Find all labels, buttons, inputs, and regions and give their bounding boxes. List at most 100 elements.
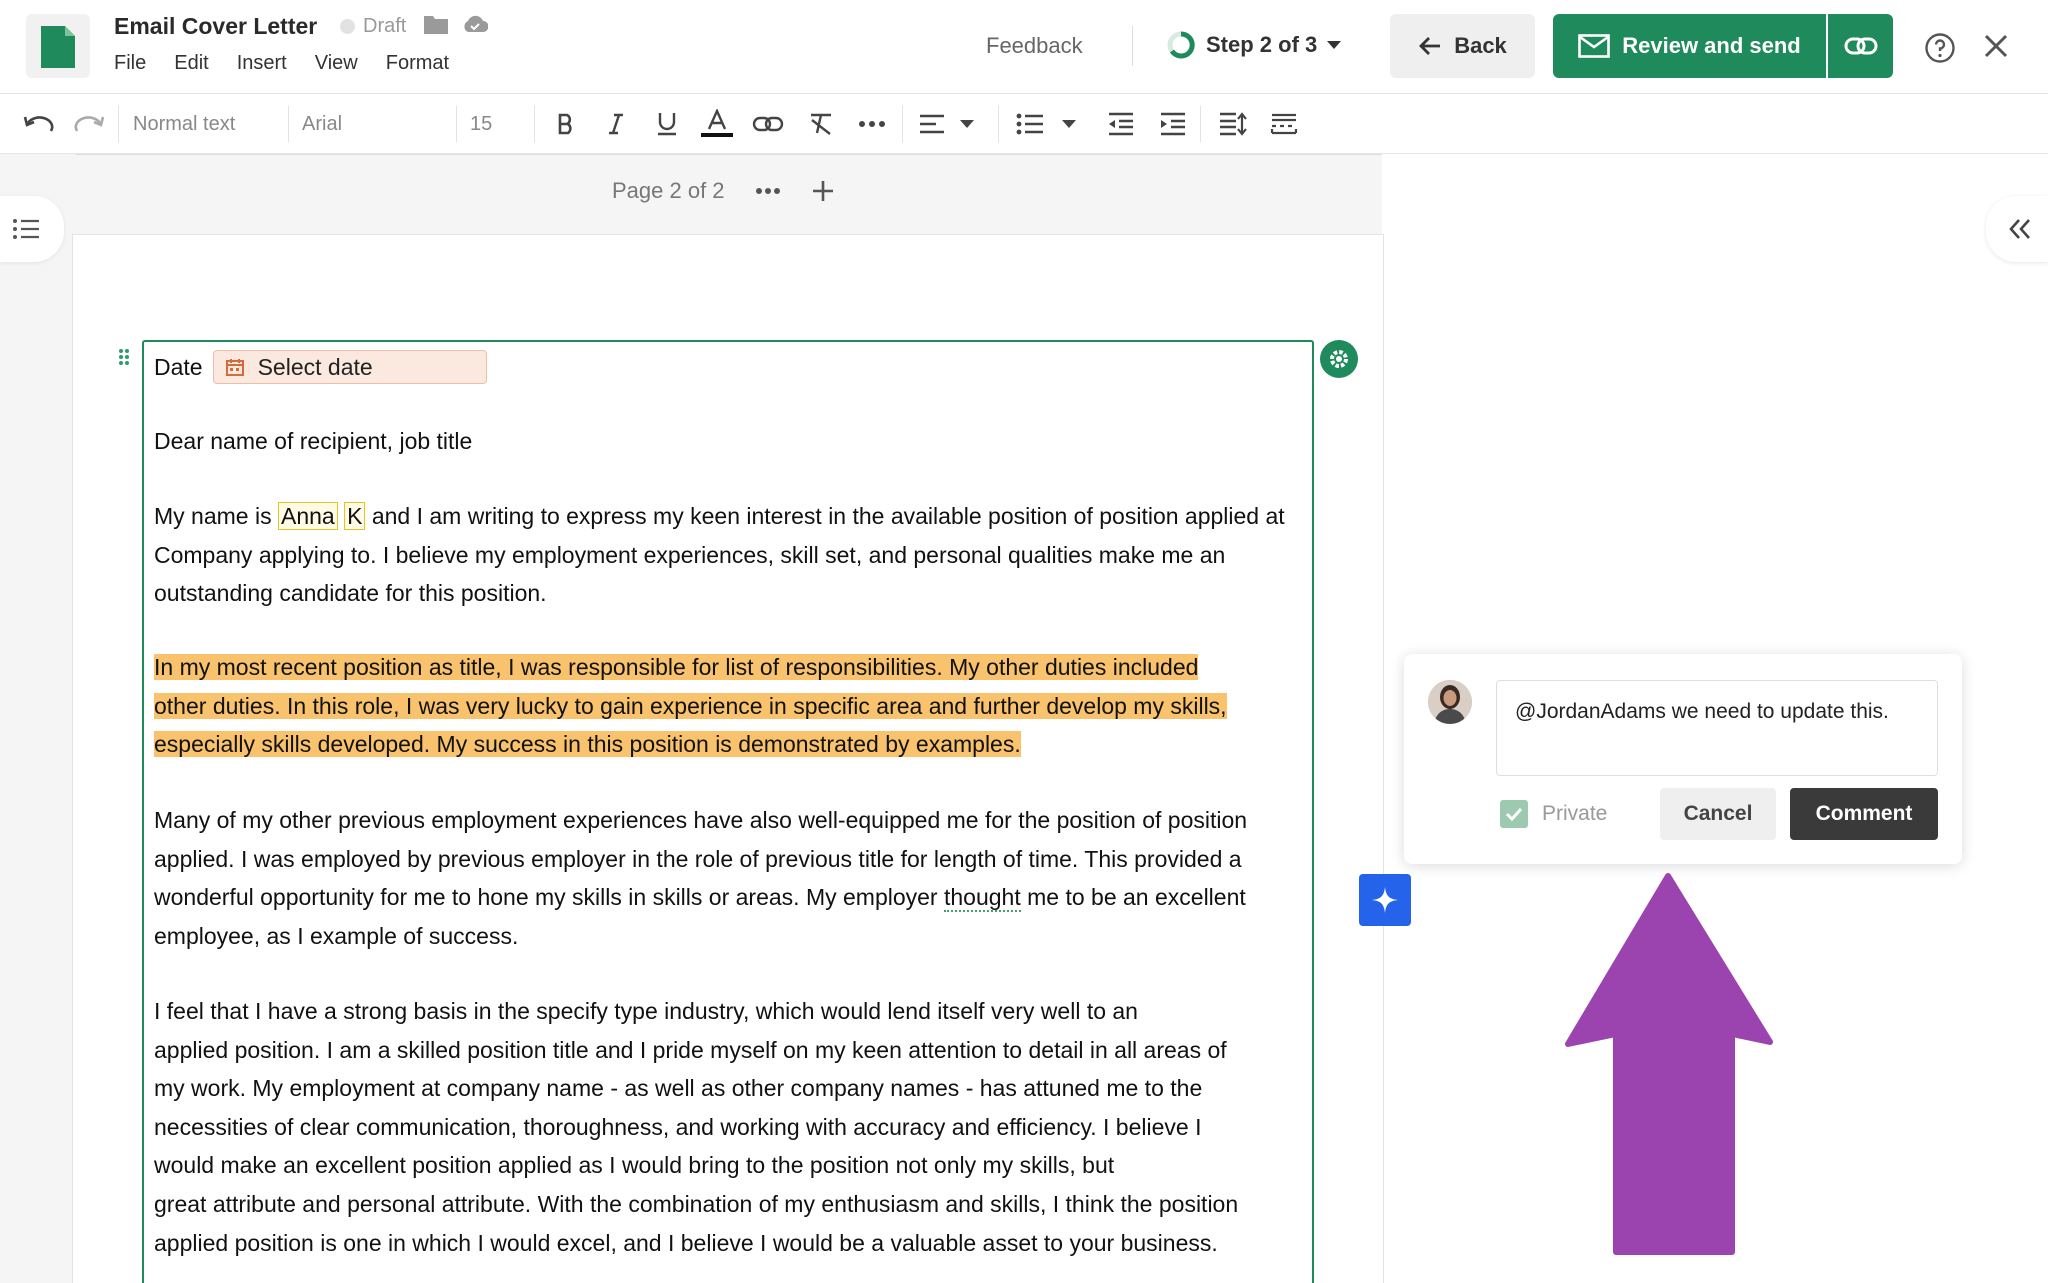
private-toggle[interactable]: Private <box>1500 800 1607 828</box>
link-icon <box>1844 37 1877 55</box>
menu-file[interactable]: File <box>114 52 146 75</box>
clear-format-button[interactable] <box>808 94 834 154</box>
line-spacing-icon <box>1220 112 1247 136</box>
ai-assistant-button[interactable] <box>1359 874 1411 926</box>
toolbar-divider <box>118 106 119 142</box>
undo-button[interactable] <box>22 94 54 154</box>
last-name-field[interactable]: K <box>344 502 366 530</box>
bold-icon <box>558 113 572 135</box>
toolbar-divider <box>902 106 903 142</box>
redo-icon <box>74 116 105 132</box>
underline-icon <box>658 113 676 136</box>
menu-edit[interactable]: Edit <box>174 52 208 75</box>
previous-page-edge <box>76 154 1382 155</box>
indent-icon <box>1161 112 1185 136</box>
back-button[interactable]: Back <box>1390 14 1535 78</box>
redo-button[interactable] <box>74 94 106 154</box>
underline-button[interactable] <box>656 94 678 154</box>
collapse-panel-button[interactable] <box>1986 196 2048 262</box>
feedback-link[interactable]: Feedback <box>986 33 1083 59</box>
italic-button[interactable] <box>606 94 626 154</box>
paragraph-style-select[interactable]: Normal text <box>133 94 235 154</box>
app-header: Email Cover Letter Draft File Edit Inser… <box>0 0 2048 94</box>
step-indicator[interactable]: Step 2 of 3 <box>1166 30 1342 60</box>
paragraph-line: applied position is one in which I would… <box>154 1229 1218 1256</box>
highlighted-line: In my most recent position as title, I w… <box>154 654 1199 680</box>
avatar <box>1428 680 1472 724</box>
step-label: Step 2 of 3 <box>1206 32 1318 57</box>
page-navigation: Page 2 of 2 <box>612 178 835 204</box>
link-icon <box>752 116 784 132</box>
toolbar-divider <box>1200 106 1201 142</box>
review-and-send-label: Review and send <box>1622 33 1801 58</box>
paragraph-line: would make an excellent position applied… <box>154 1152 1115 1179</box>
chevron-down-icon <box>1062 120 1076 128</box>
close-icon[interactable] <box>1982 32 2010 60</box>
font-size-input[interactable]: 15 <box>470 94 492 154</box>
page-options-icon[interactable] <box>755 187 781 195</box>
comment-composer: @JordanAdams we need to update this. Pri… <box>1404 654 1962 864</box>
paragraph-highlighted[interactable]: In my most recent position as title, I w… <box>154 648 1304 764</box>
menu-view[interactable]: View <box>315 52 358 75</box>
undo-icon <box>23 116 54 132</box>
page-break-button[interactable] <box>1270 94 1298 154</box>
header-divider <box>1132 26 1133 66</box>
checkmark-icon <box>1505 807 1523 821</box>
paragraph-line: great attribute and personal attribute. … <box>154 1190 1239 1217</box>
private-label: Private <box>1542 802 1608 825</box>
bullet-list-select[interactable] <box>1016 94 1076 154</box>
status-label: Draft <box>363 15 407 37</box>
private-checkbox[interactable] <box>1500 800 1528 828</box>
calendar-icon <box>225 359 244 376</box>
intro-text-start: My name is <box>154 503 278 529</box>
outline-list-icon <box>13 219 39 239</box>
salutation: Dear name of recipient, job title <box>154 428 473 454</box>
copy-link-button[interactable] <box>1828 14 1893 78</box>
align-left-icon <box>920 114 944 134</box>
text-color-button[interactable] <box>700 94 734 154</box>
formatting-toolbar: Normal text Arial 15 <box>0 94 2048 154</box>
drag-handle-icon[interactable] <box>118 348 130 366</box>
more-formatting-button[interactable] <box>858 94 886 154</box>
document-logo-icon[interactable] <box>26 14 90 78</box>
add-page-icon[interactable] <box>811 179 835 203</box>
paragraph-line: applied position. I am a skilled positio… <box>154 1036 1227 1063</box>
toolbar-divider <box>288 106 289 142</box>
paragraph-line: necessities of clear communication, thor… <box>154 1113 1202 1140</box>
spelling-suggestion[interactable]: thought <box>943 884 1021 913</box>
line-spacing-button[interactable] <box>1218 94 1248 154</box>
outdent-icon <box>1109 112 1133 136</box>
date-row: Date Select date <box>154 350 487 384</box>
clear-format-icon <box>811 113 831 135</box>
menu-format[interactable]: Format <box>386 52 449 75</box>
paragraph-strengths: I feel that I have a strong basis in the… <box>154 992 1304 1262</box>
draft-status: Draft <box>340 15 406 38</box>
paragraph-line: my work. My employment at company name -… <box>154 1075 1203 1102</box>
font-family-select[interactable]: Arial <box>302 94 342 154</box>
increase-indent-button[interactable] <box>1159 94 1187 154</box>
block-settings-button[interactable] <box>1320 340 1358 378</box>
outline-toggle[interactable] <box>0 196 64 262</box>
review-and-send-button[interactable]: Review and send <box>1553 14 1826 78</box>
status-dot-icon <box>340 19 355 34</box>
folder-icon[interactable] <box>424 14 448 34</box>
document-title[interactable]: Email Cover Letter <box>114 13 317 40</box>
help-icon[interactable] <box>1924 32 1956 64</box>
menu-insert[interactable]: Insert <box>237 52 287 75</box>
align-select[interactable] <box>918 94 974 154</box>
bold-button[interactable] <box>556 94 576 154</box>
back-label: Back <box>1454 33 1507 58</box>
comment-input[interactable]: @JordanAdams we need to update this. <box>1496 680 1938 776</box>
highlighted-line: especially skills developed. My success … <box>154 731 1021 758</box>
decrease-indent-button[interactable] <box>1107 94 1135 154</box>
gear-icon <box>1330 350 1348 368</box>
insert-link-button[interactable] <box>752 94 784 154</box>
chevron-down-icon <box>960 120 974 128</box>
bullet-list-icon <box>1016 113 1043 135</box>
cancel-comment-button[interactable]: Cancel <box>1660 788 1776 840</box>
date-picker-field[interactable]: Select date <box>212 350 487 384</box>
page-indicator: Page 2 of 2 <box>612 178 725 203</box>
first-name-field[interactable]: Anna <box>277 502 338 530</box>
arrow-up-icon <box>1565 873 1773 1255</box>
submit-comment-button[interactable]: Comment <box>1790 788 1938 840</box>
